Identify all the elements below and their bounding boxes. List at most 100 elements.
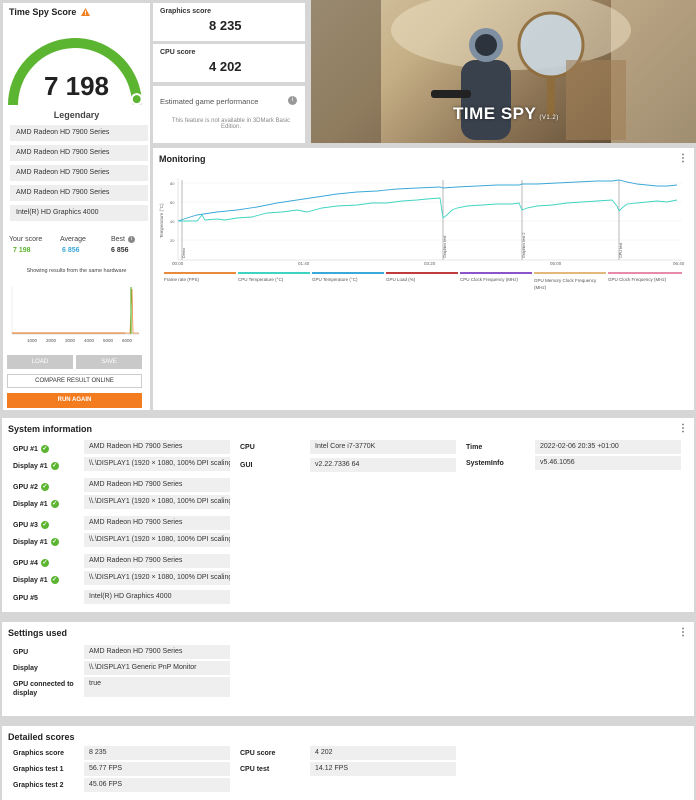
load-button[interactable]: LOAD [7,355,73,369]
display1-value: \\.\DISPLAY1 (1920 × 1080, 100% DPI scal… [84,495,230,509]
legend-label: CPU Clock Frequency (MHz) [460,277,519,282]
monitoring-marker: Graphics test [443,235,447,258]
settings-gpu-value: AMD Radeon HD 7900 Series [84,645,230,659]
cpu-score-value: 4 202 [209,59,242,74]
cpu-score-card: CPU score 4 202 [153,44,305,82]
more-options-icon[interactable]: ⋮ [678,423,688,434]
average-value: 6 856 [62,247,80,254]
gpu1-value: AMD Radeon HD 7900 Series [84,440,230,454]
settings-title: Settings used [8,628,68,638]
monitoring-y-tick: 20 [170,238,175,243]
legend-label: GPU Clock Frequency (MHz) [608,277,667,282]
hardware-note: Showing results from the same hardware [26,268,127,274]
histogram-tick: 4000 [84,338,95,343]
score-title: Time Spy Score [9,7,90,17]
cpu-score-label: CPU score [160,49,196,56]
gpu-list-item: AMD Radeon HD 7900 Series [10,125,148,141]
gpu1-label: GPU #1 ✓ [13,445,49,453]
monitoring-marker: CPU test [619,242,623,258]
legend-swatch [534,272,606,274]
monitoring-y-tick: 40 [170,219,175,224]
legend-item[interactable]: GPU Temperature (°C) [312,272,384,282]
gpu-list-item: AMD Radeon HD 7900 Series [10,185,148,201]
legend-label: CPU Temperature (°C) [238,277,284,282]
systeminfo-value: v5.46.1056 [535,456,681,470]
settings-display-label: Display [13,665,38,672]
legend-label: GPU Temperature (°C) [312,277,358,282]
cpu-temperature-line [178,197,678,222]
more-options-icon[interactable]: ⋮ [678,627,688,638]
legend-swatch [460,272,532,274]
settings-connected-label: GPU connected to display [13,681,74,697]
gpu5-value: Intel(R) HD Graphics 4000 [84,590,230,604]
monitoring-x-tick: 06:40 [673,261,685,266]
score-value: 7 198 [43,71,110,101]
legend-swatch [608,272,682,274]
monitoring-x-tick: 03:20 [424,261,436,266]
legend-label: GPU Load (%) [386,277,416,282]
check-icon: ✓ [50,538,59,546]
legend-swatch [386,272,458,274]
best-value: 6 856 [111,247,129,254]
histogram-tick: 5000 [103,338,114,343]
hero-title: TIME SPY (V1.2) [453,104,559,123]
settings-connected-value: true [84,677,230,697]
legend-item[interactable]: GPU Memory Clock Frequency (MHz) [534,272,606,291]
cpu-value: Intel Core i7-3770K [310,440,456,454]
average-label: Average [60,236,86,243]
monitoring-x-tick: 00:00 [172,261,184,266]
display1-label: Display #1 ✓ [13,500,59,508]
monitoring-y-axis-label: Temperature (°C) [159,203,164,238]
cpu-score-label: CPU score [240,750,276,757]
estimated-title: Estimated game performance [160,97,259,106]
gpu3-label: GPU #3 ✓ [13,521,49,529]
cpu-test-value: 14.12 FPS [310,762,456,776]
graphics-test2-label: Graphics test 2 [13,782,64,789]
cpu-score-value: 4 202 [310,746,456,760]
gpu2-label: GPU #2 ✓ [13,483,49,491]
display1-label: Display #1 ✓ [13,538,59,546]
settings-gpu-label: GPU [13,649,29,656]
compare-online-button[interactable]: COMPARE RESULT ONLINE [7,374,142,388]
save-button[interactable]: SAVE [76,355,142,369]
detailed-scores-panel: Detailed scores Graphics score 8 235 Gra… [2,726,694,800]
time-value: 2022-02-06 20:35 +01:00 [535,440,681,454]
graphics-score-card: Graphics score 8 235 [153,3,305,41]
score-comparison: Your score 7 198 Average 6 856 Best i 6 … [3,232,150,260]
check-icon: ✓ [40,483,49,491]
display1-value: \\.\DISPLAY1 (1920 × 1080, 100% DPI scal… [84,533,230,547]
check-icon: ✓ [50,576,59,584]
display1-label: Display #1 ✓ [13,576,59,584]
system-information-panel: System information ⋮ GPU #1 ✓ AMD Radeon … [2,418,694,612]
monitoring-y-tick: 80 [170,181,175,186]
histogram-tick: 2000 [46,338,57,343]
legend-item[interactable]: GPU Load (%) [386,272,458,282]
legend-swatch [164,272,236,274]
legend-item[interactable]: GPU Clock Frequency (MHz) [608,272,682,282]
detailed-title: Detailed scores [8,732,75,742]
gui-value: v2.22.7336 64 [310,458,456,472]
legend-label: GPU Memory Clock Frequency (MHz) [534,278,597,290]
legend-label: Frame rate (FPS) [164,277,200,282]
run-again-button[interactable]: RUN AGAIN [7,393,142,408]
score-histogram: 1000 2000 3000 4000 5000 6000 [11,287,139,343]
gpu5-label: GPU #5 [13,595,38,602]
cpu-test-label: CPU test [240,766,270,773]
legend-swatch [312,272,384,274]
monitoring-y-tick: 60 [170,200,175,205]
monitoring-marker: Graphics test 2 [522,232,526,258]
more-options-icon[interactable]: ⋮ [678,153,688,164]
display1-value: \\.\DISPLAY1 (1920 × 1080, 100% DPI scal… [84,571,230,585]
hero-banner: TIME SPY (V1.2) [311,0,696,143]
estimated-note: This feature is not available in 3DMark … [171,118,291,130]
legend-item[interactable]: CPU Temperature (°C) [238,272,310,282]
info-icon: i [128,236,135,243]
gpu4-label: GPU #4 ✓ [13,559,49,567]
legend-item[interactable]: CPU Clock Frequency (MHz) [460,272,532,282]
check-icon: ✓ [50,500,59,508]
legend-swatch [238,272,310,274]
legend-item[interactable]: Frame rate (FPS) [164,272,236,282]
check-icon: ✓ [40,559,49,567]
time-label: Time [466,444,483,451]
gpu-list-item: AMD Radeon HD 7900 Series [10,145,148,161]
